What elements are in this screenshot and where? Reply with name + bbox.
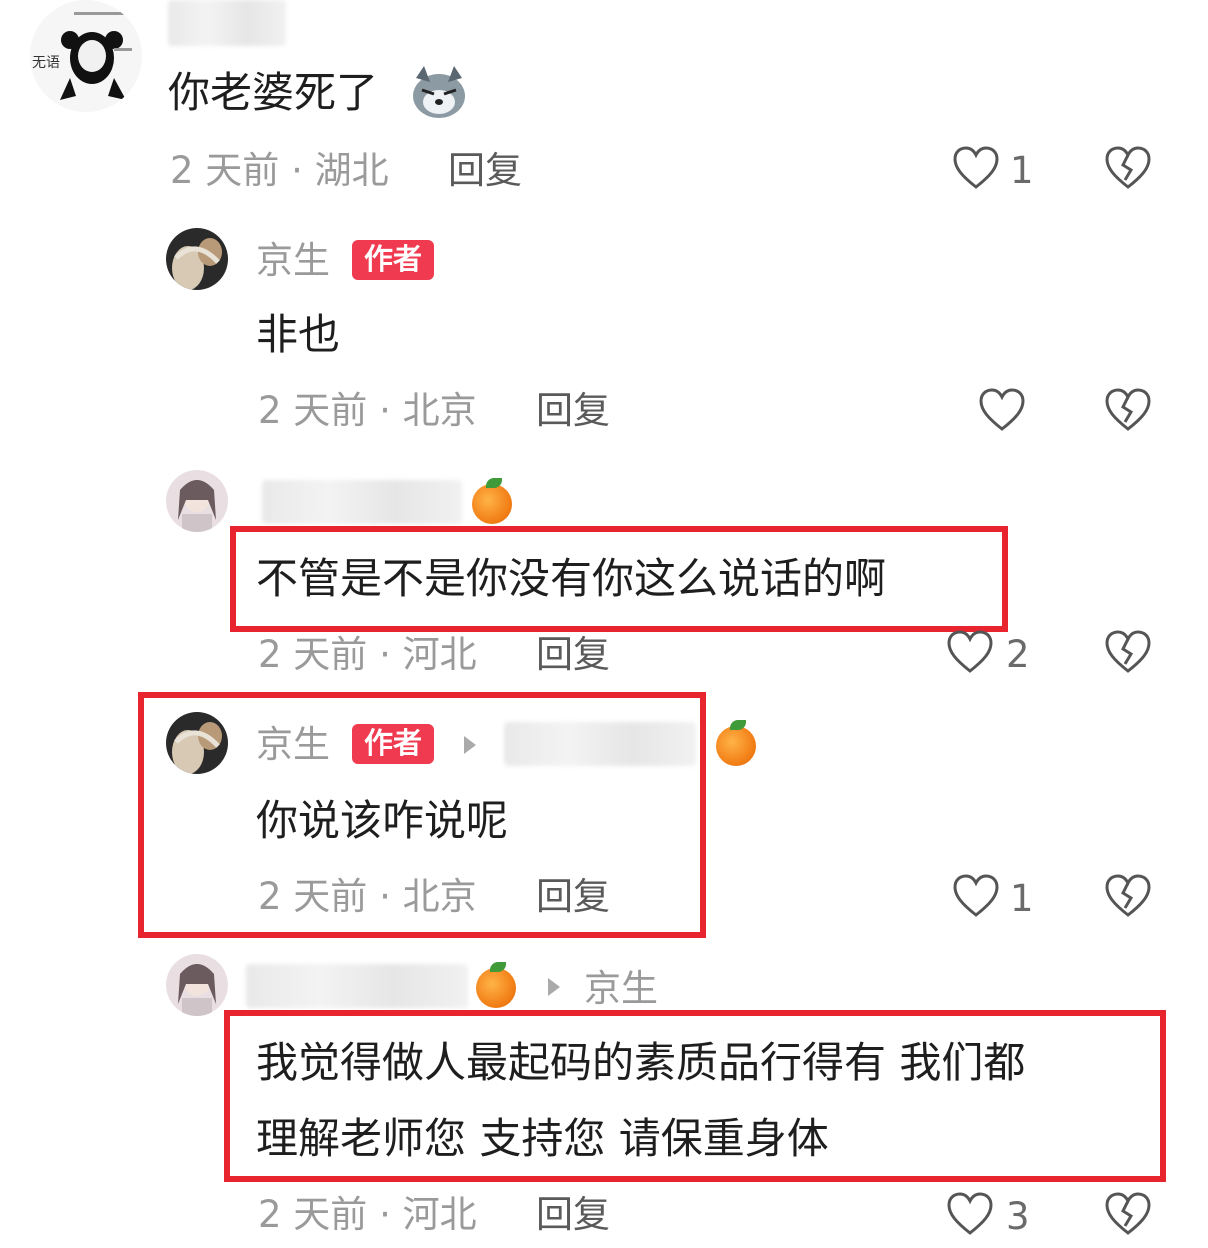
broken-heart-icon[interactable] — [1104, 630, 1152, 674]
husky-emoji-icon — [408, 64, 470, 120]
heart-icon[interactable] — [952, 874, 1000, 918]
broken-heart-icon[interactable] — [1104, 1192, 1152, 1236]
comment-text: 不管是不是你没有你这么说话的啊 — [256, 554, 887, 603]
heart-icon[interactable] — [946, 1192, 994, 1236]
avatar[interactable] — [166, 228, 228, 290]
avatar-sticker-label: 无语 — [32, 55, 60, 71]
like-count: 1 — [1010, 877, 1034, 920]
avatar[interactable] — [166, 954, 228, 1016]
comment-meta: 2 天前 · 湖北 — [170, 149, 389, 192]
reply-button[interactable]: 回复 — [536, 392, 610, 429]
avatar[interactable] — [166, 712, 228, 774]
reply-to-username[interactable]: 京生 — [584, 970, 658, 1007]
blurred-username — [246, 964, 468, 1008]
reply-button[interactable]: 回复 — [536, 1196, 610, 1233]
orange-emoji-icon — [472, 478, 512, 524]
like-count: 1 — [1010, 149, 1034, 192]
username[interactable]: 京生 — [256, 726, 330, 763]
comment-text: 你老婆死了 — [168, 68, 379, 117]
broken-heart-icon[interactable] — [1104, 388, 1152, 432]
comment-meta: 2 天前 · 北京 — [258, 389, 477, 432]
broken-heart-icon[interactable] — [1104, 874, 1152, 918]
author-badge: 作者 — [352, 240, 435, 280]
comment-text: 非也 — [256, 310, 341, 359]
broken-heart-icon[interactable] — [1104, 146, 1152, 190]
play-arrow-icon — [462, 734, 478, 756]
heart-icon[interactable] — [952, 146, 1000, 190]
reply-button[interactable]: 回复 — [536, 878, 610, 915]
heart-icon[interactable] — [978, 388, 1026, 432]
comment-meta: 2 天前 · 河北 — [258, 633, 477, 676]
orange-emoji-icon — [716, 720, 756, 766]
avatar[interactable]: 无语 — [30, 0, 142, 112]
comment-meta: 2 天前 · 北京 — [258, 875, 477, 918]
comment-text-line-2: 理解老师您 支持您 请保重身体 — [256, 1114, 829, 1163]
blurred-username — [262, 480, 462, 524]
reply-button[interactable]: 回复 — [448, 152, 522, 189]
author-badge: 作者 — [352, 724, 435, 764]
blurred-username — [168, 0, 286, 46]
avatar[interactable] — [166, 470, 228, 532]
heart-icon[interactable] — [946, 630, 994, 674]
comment-text: 你说该咋说呢 — [256, 796, 509, 845]
orange-emoji-icon — [476, 962, 516, 1008]
like-count: 3 — [1006, 1195, 1030, 1238]
username[interactable]: 京生 — [256, 242, 330, 279]
blurred-username — [504, 722, 696, 766]
comment-meta: 2 天前 · 河北 — [258, 1193, 477, 1236]
like-count: 2 — [1006, 633, 1030, 676]
play-arrow-icon — [546, 976, 562, 998]
comment-text-line-1: 我觉得做人最起码的素质品行得有 我们都 — [256, 1038, 1026, 1087]
reply-button[interactable]: 回复 — [536, 636, 610, 673]
